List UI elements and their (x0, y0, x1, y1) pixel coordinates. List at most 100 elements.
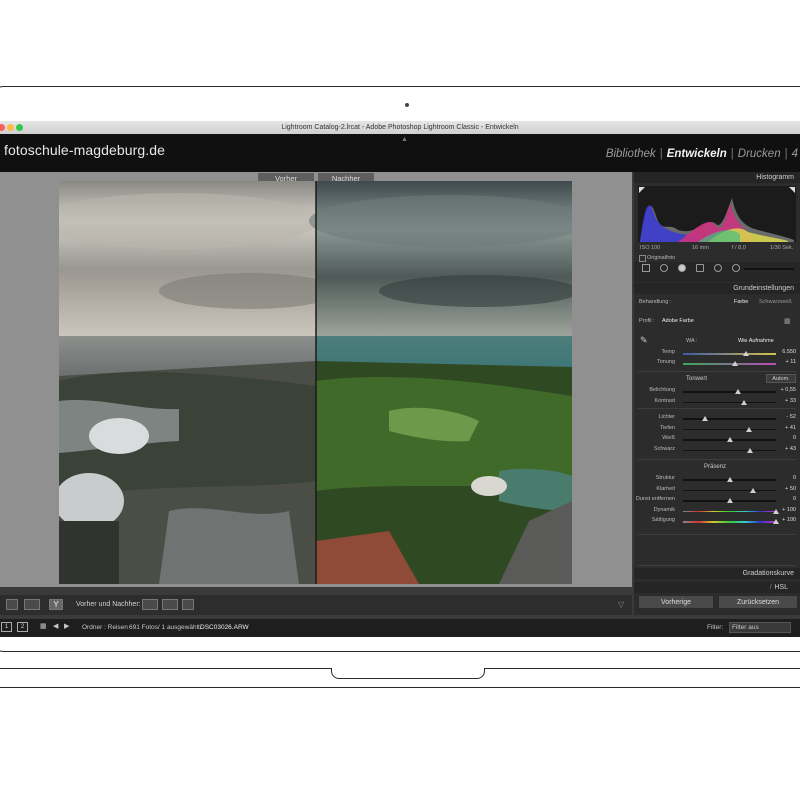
close-icon[interactable] (0, 124, 5, 131)
slider-value-klarheit[interactable]: + 50 (785, 486, 796, 492)
tint-value[interactable]: + 11 (786, 359, 796, 365)
slider-value-lichter[interactable]: - 52 (787, 414, 796, 420)
module-more[interactable]: 4 (792, 148, 798, 160)
collapse-arrow-icon[interactable]: ▲ (401, 136, 408, 143)
slider-kontrast[interactable] (683, 399, 776, 405)
reset-button[interactable]: Zurücksetzen (718, 595, 798, 609)
slider-value-dunst-entfernen[interactable]: 0 (793, 496, 796, 502)
laptop-base-edge (0, 687, 800, 688)
tint-slider[interactable] (683, 361, 776, 366)
forward-icon[interactable]: ▶ (64, 622, 69, 630)
tint-slider-thumb[interactable] (732, 361, 739, 366)
copy-after-to-before-button[interactable] (162, 599, 178, 610)
slider-tiefen[interactable] (683, 426, 776, 432)
temp-value[interactable]: 6.550 (782, 349, 796, 355)
toolbar-menu-icon[interactable]: ▽ (618, 600, 624, 609)
monitor-1-button[interactable]: 1 (1, 622, 12, 632)
module-entwickeln[interactable]: Entwickeln (667, 148, 727, 160)
profile-select[interactable]: Adobe Farbe (662, 318, 694, 324)
swap-button[interactable] (182, 599, 194, 610)
slider-weiß[interactable] (683, 437, 776, 442)
before-after-label: Vorher und Nachher: (76, 601, 141, 608)
slider-thumb-kontrast[interactable] (741, 399, 748, 405)
tone-title: Tonwert (686, 376, 708, 382)
filter-select[interactable]: Filter aus (729, 622, 791, 633)
slider-thumb-sättigung[interactable] (773, 519, 779, 524)
temp-slider[interactable] (683, 351, 776, 356)
slider-thumb-belichtung[interactable] (734, 389, 741, 394)
aperture-info: f / 8,0 (732, 245, 746, 251)
previous-button[interactable]: Vorherige (638, 595, 714, 609)
spot-removal-icon[interactable] (660, 264, 668, 272)
red-eye-icon[interactable] (678, 264, 686, 272)
treatment-color-option[interactable]: Farbe (734, 299, 748, 305)
presence-title: Präsenz (704, 464, 727, 470)
tonecurve-header[interactable]: Gradationskurve (634, 568, 800, 579)
treatment-bw-option[interactable]: Schwarzweiß (759, 299, 792, 305)
basic-header[interactable]: Grundeinstellungen (634, 283, 800, 294)
photo-before-after[interactable] (59, 181, 572, 584)
slider-value-tiefen[interactable]: + 41 (785, 425, 796, 431)
originalfoto-checkbox[interactable] (639, 255, 646, 262)
slider-thumb-lichter[interactable] (702, 416, 709, 421)
lightroom-window: Lightroom Catalog-2.lrcat - Adobe Photos… (0, 121, 800, 637)
slider-value-belichtung[interactable]: + 0,55 (781, 387, 796, 393)
section-divider (638, 565, 796, 566)
before-after-view-button[interactable] (24, 599, 40, 610)
slider-schwarz[interactable] (683, 447, 776, 453)
slider-dynamik[interactable] (683, 508, 779, 514)
window-title: Lightroom Catalog-2.lrcat - Adobe Photos… (281, 124, 519, 131)
auto-tone-button[interactable]: Autom. (766, 374, 796, 383)
slider-value-schwarz[interactable]: + 43 (785, 446, 796, 452)
basic-title: Grundeinstellungen (733, 285, 794, 292)
temp-slider-thumb[interactable] (743, 351, 750, 356)
minimize-icon[interactable] (7, 124, 14, 131)
graduated-filter-icon[interactable] (696, 264, 704, 272)
slider-thumb-klarheit[interactable] (749, 487, 756, 493)
photo-count: 691 Fotos/ 1 ausgewählt/ (129, 624, 202, 631)
slider-thumb-dunst-entfernen[interactable] (726, 498, 733, 503)
section-divider (638, 408, 796, 409)
split-y-button[interactable]: Y (49, 599, 63, 610)
slider-row-belichtung: Belichtung + 0,55 (634, 386, 800, 396)
slider-row-struktur: Struktur 0 (634, 474, 800, 484)
slider-value-weiß[interactable]: 0 (793, 435, 796, 441)
back-icon[interactable]: ◀ (53, 622, 58, 630)
histogram-title: Histogramm (756, 174, 794, 181)
slider-struktur[interactable] (683, 477, 776, 482)
slider-belichtung[interactable] (683, 389, 776, 394)
slider-value-dynamik[interactable]: + 100 (782, 507, 796, 513)
slider-dunst-entfernen[interactable] (683, 498, 776, 503)
module-drucken[interactable]: Drucken (738, 148, 781, 160)
hsl-header[interactable]: HSL / Farbe (634, 582, 800, 602)
file-name[interactable]: DSC03026.ARW (200, 624, 249, 631)
slider-sättigung[interactable] (683, 519, 779, 524)
profile-grid-icon[interactable]: ▦ (784, 317, 791, 325)
grid-icon[interactable]: ▦ (40, 622, 47, 630)
histogram-header[interactable]: Histogramm (634, 172, 800, 183)
slider-klarheit[interactable] (683, 487, 776, 493)
slider-thumb-weiß[interactable] (726, 437, 733, 442)
slider-value-sättigung[interactable]: + 100 (782, 517, 796, 523)
slider-lichter[interactable] (683, 416, 776, 421)
module-bibliothek[interactable]: Bibliothek (606, 148, 656, 160)
slider-value-kontrast[interactable]: + 33 (785, 398, 796, 404)
crop-icon[interactable] (642, 264, 650, 272)
monitor-2-button[interactable]: 2 (17, 622, 28, 632)
folder-path[interactable]: Ordner : Reisen (82, 624, 128, 631)
copy-before-to-after-button[interactable] (142, 599, 158, 610)
brush-icon[interactable] (732, 264, 740, 272)
loupe-view-button[interactable] (6, 599, 18, 610)
eyedropper-icon[interactable]: ✎ (640, 335, 648, 346)
slider-thumb-tiefen[interactable] (746, 426, 753, 432)
radial-filter-icon[interactable] (714, 264, 722, 272)
slider-label-sättigung: Sättigung (651, 517, 675, 523)
slider-value-struktur[interactable]: 0 (793, 475, 796, 481)
tool-slider[interactable] (744, 268, 794, 270)
section-divider (638, 534, 796, 535)
zoom-icon[interactable] (16, 124, 23, 131)
slider-thumb-dynamik[interactable] (773, 508, 779, 514)
wb-select[interactable]: Wie Aufnahme (738, 338, 774, 344)
slider-thumb-struktur[interactable] (726, 477, 733, 482)
slider-thumb-schwarz[interactable] (746, 447, 753, 453)
